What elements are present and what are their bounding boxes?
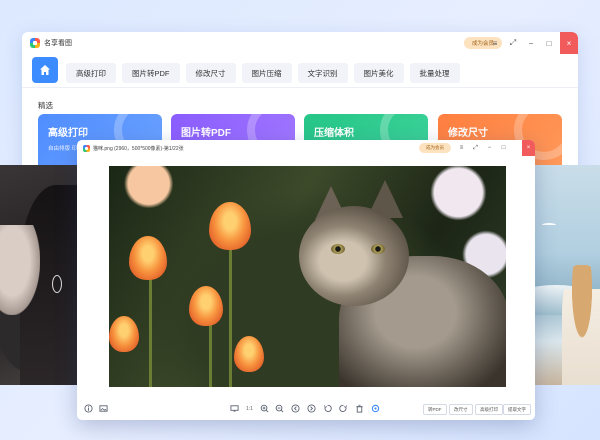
zoom-out-icon[interactable]: [274, 403, 285, 414]
settings-icon[interactable]: [370, 403, 381, 414]
rotate-right-icon[interactable]: [338, 403, 349, 414]
zoom-in-icon[interactable]: [259, 403, 270, 414]
section-title: 精选: [38, 101, 53, 110]
tab-compress[interactable]: 图片压缩: [241, 63, 292, 83]
viewer-fullscreen-icon[interactable]: ⤢: [469, 140, 482, 156]
next-icon[interactable]: [306, 403, 317, 414]
viewer-menu-icon[interactable]: ≡: [455, 140, 468, 156]
app-name: 名享看图: [44, 40, 72, 47]
minimize-icon[interactable]: −: [522, 32, 540, 54]
tab-beautify[interactable]: 图片美化: [353, 63, 404, 83]
tab-resize[interactable]: 修改尺寸: [185, 63, 236, 83]
prev-icon[interactable]: [290, 403, 301, 414]
tab-bar: 高级打印 图片转PDF 修改尺寸 图片压缩 文字识别 图片美化 批量处理: [22, 54, 578, 88]
card-title: 高级打印: [48, 128, 88, 139]
photo-cat-eye: [331, 244, 345, 254]
viewer-vip-button[interactable]: 成为会员: [419, 143, 451, 153]
home-icon: [40, 65, 50, 75]
photo-stem: [229, 246, 232, 387]
home-tab[interactable]: [32, 57, 58, 83]
photo-tulip: [189, 286, 223, 326]
photo-tulip: [234, 336, 264, 372]
photo-tulip: [129, 236, 167, 280]
actual-size-icon[interactable]: 1:1: [244, 403, 255, 414]
menu-icon[interactable]: ≡: [486, 32, 504, 54]
card-title: 压缩体积: [314, 128, 354, 139]
to-pdf-button[interactable]: 转PDF: [423, 404, 447, 415]
viewer-logo-icon: [83, 144, 90, 152]
photo-cat-head: [299, 206, 409, 306]
photo-girl-beach: [562, 265, 600, 385]
viewer-title: 猫咪.png (2960，500*500像素)-第1/22张: [93, 145, 184, 152]
tab-ocr[interactable]: 文字识别: [297, 63, 348, 83]
monitor-icon[interactable]: [229, 403, 240, 414]
viewer-titlebar: 猫咪.png (2960，500*500像素)-第1/22张 成为会员 ≡ ⤢ …: [77, 140, 535, 156]
rotate-left-icon[interactable]: [322, 403, 333, 414]
viewer-minimize-icon[interactable]: −: [483, 140, 496, 156]
viewer-toolbar: 1:1 转PDF 改尺寸 高级打印 提取文字: [77, 398, 535, 420]
delete-icon[interactable]: [354, 403, 365, 414]
extract-text-button[interactable]: 提取文字: [503, 404, 531, 415]
photo-cat-eye: [371, 244, 385, 254]
tab-image-to-pdf[interactable]: 图片转PDF: [122, 63, 180, 83]
main-titlebar: 名享看图 成为会员 ≡ ⤢ − □ ×: [22, 32, 578, 54]
photo-cat-tulips[interactable]: [109, 166, 506, 387]
viewer-close-icon[interactable]: ×: [522, 140, 535, 156]
photo-bird: [542, 223, 556, 227]
maximize-icon[interactable]: □: [540, 32, 558, 54]
advanced-print-button[interactable]: 高级打印: [475, 404, 503, 415]
photo-stem: [149, 276, 152, 387]
fullscreen-icon[interactable]: ⤢: [504, 32, 522, 54]
photo-tulip: [209, 202, 251, 250]
image-icon[interactable]: [98, 403, 109, 414]
card-title: 修改尺寸: [448, 128, 488, 139]
viewer-window: 猫咪.png (2960，500*500像素)-第1/22张 成为会员 ≡ ⤢ …: [77, 140, 535, 420]
photo-stem: [209, 316, 212, 387]
app-logo-icon: [30, 38, 40, 48]
photo-tulip: [109, 316, 139, 352]
resize-button[interactable]: 改尺寸: [449, 404, 473, 415]
photo-earring: [52, 275, 62, 293]
tab-advanced-print[interactable]: 高级打印: [66, 63, 116, 83]
close-icon[interactable]: ×: [560, 32, 578, 54]
tab-batch[interactable]: 批量处理: [409, 63, 460, 83]
photo-face: [0, 225, 40, 315]
viewer-maximize-icon[interactable]: □: [497, 140, 510, 156]
card-title: 图片转PDF: [181, 128, 231, 139]
info-icon[interactable]: [83, 403, 94, 414]
